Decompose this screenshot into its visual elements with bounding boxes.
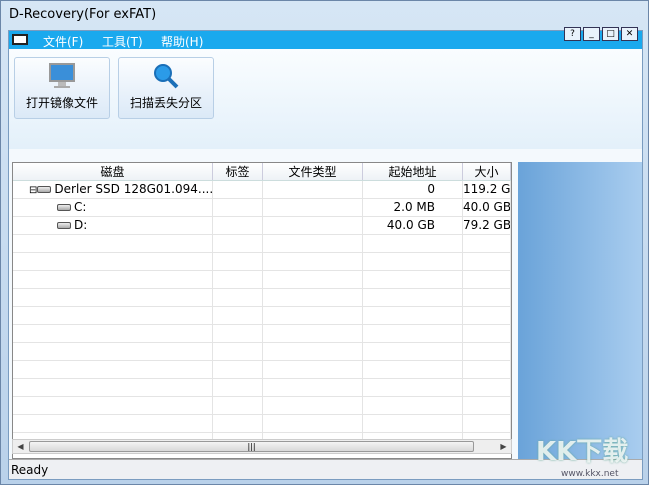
empty-row [13,361,511,379]
table-row[interactable]: D: 40.0 GB 79.2 GB [13,217,511,235]
app-icon[interactable] [12,34,28,45]
header-label[interactable]: 标签 [213,163,263,180]
close-button[interactable]: ✕ [621,27,638,41]
cell-label [213,217,263,234]
table-row[interactable]: C: 2.0 MB 40.0 GB [13,199,511,217]
scroll-right-icon[interactable]: ▶ [496,440,511,453]
empty-row [13,343,511,361]
empty-row [13,289,511,307]
cell-size: 40.0 GB [463,199,511,216]
empty-row [13,235,511,253]
empty-row [13,271,511,289]
empty-row [13,415,511,433]
disk-table: 磁盘 标签 文件类型 起始地址 大小 ⊟ Derler SSD 128G01.09… [12,162,512,459]
monitor-icon [49,63,75,88]
help-button[interactable]: ? [564,27,581,41]
cell-start: 2.0 MB [363,199,463,216]
header-start[interactable]: 起始地址 [363,163,463,180]
cell-label [213,181,263,198]
header-size[interactable]: 大小 [463,163,511,180]
maximize-button[interactable]: □ [602,27,619,41]
header-filetype[interactable]: 文件类型 [263,163,363,180]
menu-help[interactable]: 帮助(H) [161,33,203,50]
cell-size: 79.2 GB [463,217,511,234]
partition-icon [57,204,71,211]
app-window: D-Recovery(For exFAT) 文件(F) 工具(T) 帮助(H) … [0,0,649,485]
table-row[interactable]: ⊟ Derler SSD 128G01.094.... 0 119.2 GB [13,181,511,199]
scan-partition-button[interactable]: 扫描丢失分区 [118,57,214,119]
partition-name: D: [74,218,88,232]
cell-type [263,199,363,216]
empty-row [13,325,511,343]
cell-label [213,199,263,216]
main-frame: 文件(F) 工具(T) 帮助(H) ? _ □ ✕ 打开镜像文件 扫描丢失分区 … [8,27,643,480]
disk-icon [37,186,52,193]
empty-row [13,379,511,397]
cell-type [263,181,363,198]
watermark-url: www.kkx.net [561,469,619,479]
cell-start: 40.0 GB [363,217,463,234]
header-disk[interactable]: 磁盘 [13,163,213,180]
scroll-left-icon[interactable]: ◀ [13,440,28,453]
window-title: D-Recovery(For exFAT) [9,7,157,22]
disk-name: Derler SSD 128G01.094.... [54,182,213,196]
cell-start: 0 [363,181,463,198]
scrollbar-thumb[interactable]: ||| [29,441,474,452]
cell-size: 119.2 GB [463,181,511,198]
side-panel [518,162,642,459]
partition-icon [57,222,71,229]
minimize-button[interactable]: _ [583,27,600,41]
horizontal-scrollbar[interactable]: ◀ ||| ▶ [12,439,512,454]
empty-row [13,253,511,271]
scan-partition-label: 扫描丢失分区 [129,96,202,110]
open-image-label: 打开镜像文件 [25,96,98,110]
table-header: 磁盘 标签 文件类型 起始地址 大小 [13,163,511,181]
cell-type [263,217,363,234]
empty-row [13,307,511,325]
watermark-logo: KK下载 [536,437,629,467]
menu-tools[interactable]: 工具(T) [102,33,143,50]
menu-file[interactable]: 文件(F) [43,33,83,50]
collapse-icon[interactable]: ⊟ [29,185,37,196]
magnifier-icon [154,64,179,89]
empty-row [13,397,511,415]
partition-name: C: [74,200,87,214]
menu-bar: 文件(F) 工具(T) 帮助(H) ? _ □ ✕ [9,27,642,50]
open-image-button[interactable]: 打开镜像文件 [14,57,110,119]
status-text: Ready [11,463,49,477]
toolbar: 打开镜像文件 扫描丢失分区 [9,49,642,149]
